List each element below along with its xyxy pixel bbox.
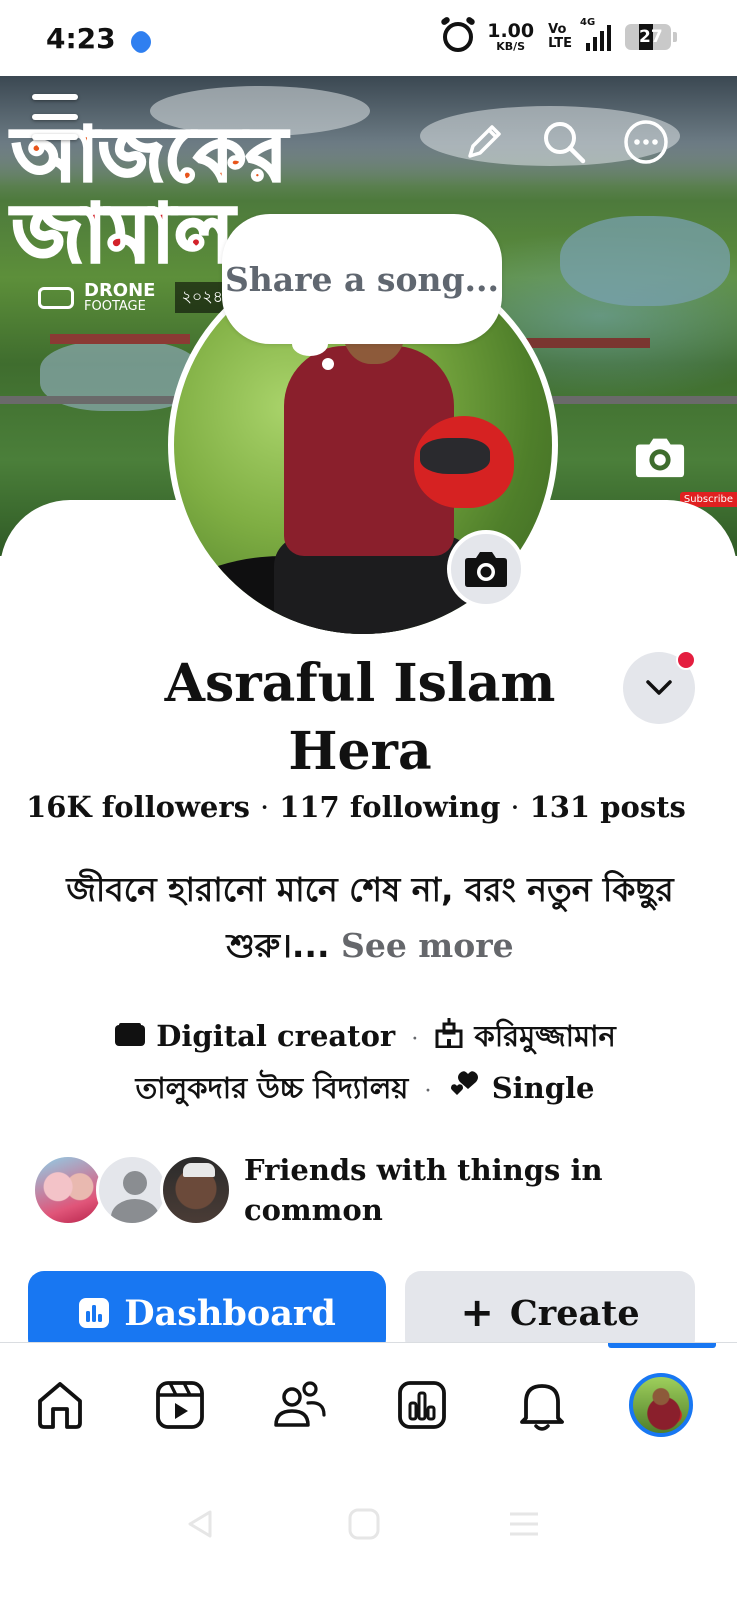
volte-icon: Vo LTE <box>548 23 572 50</box>
profile-avatar[interactable] <box>629 1373 693 1437</box>
back-icon[interactable] <box>180 1504 220 1548</box>
stats-separator: · <box>510 790 520 824</box>
thought-bubble-dot <box>292 332 328 356</box>
recents-icon[interactable] <box>504 1504 544 1548</box>
chevron-down-icon <box>646 680 672 695</box>
profile-details: Digital creator · করিমুজ্জামান তালুকদার … <box>30 1012 700 1116</box>
volte-bottom: LTE <box>548 36 572 51</box>
share-song-bubble[interactable]: Share a song... <box>222 214 502 344</box>
category-label: Digital creator <box>156 1019 396 1053</box>
school-icon <box>434 1014 464 1062</box>
home-button-icon[interactable] <box>344 1504 384 1548</box>
school-name-line1[interactable]: করিমুজ্জামান <box>475 1019 616 1053</box>
see-more-link[interactable]: See more <box>341 926 514 965</box>
status-time: 4:23 <box>46 22 116 55</box>
share-song-prompt: Share a song... <box>224 259 500 299</box>
profile-stats: 16K followers · 117 following · 131 posts <box>0 790 712 824</box>
drone-label: DRONE <box>84 280 156 301</box>
network-speed-value: 1.00 <box>487 20 535 42</box>
friends-in-common-label: Friends with things in common <box>244 1153 603 1227</box>
network-type: 4G <box>580 17 596 28</box>
drone-sublabel: FOOTAGE <box>84 299 146 314</box>
mutual-friends-row[interactable]: Friends with things in common <box>32 1150 604 1230</box>
notifications-icon[interactable] <box>512 1375 572 1435</box>
dashboard-icon[interactable] <box>392 1375 452 1435</box>
school-name-line2[interactable]: তালুকদার উচ্চ বিদ্যালয় <box>135 1071 408 1105</box>
menu-icon[interactable] <box>30 94 80 140</box>
edit-profile-picture-camera-icon[interactable] <box>447 530 525 608</box>
battery-icon: 27 <box>625 24 671 50</box>
profile-name: Asraful Islam Hera <box>164 653 556 782</box>
volte-top: Vo <box>548 22 567 38</box>
app-notification-icon <box>126 27 156 57</box>
home-icon[interactable] <box>30 1375 90 1435</box>
network-speed: 1.00 KB/S <box>487 20 535 53</box>
system-navigation-bar <box>0 1474 737 1600</box>
more-options-icon[interactable] <box>620 116 672 168</box>
bottom-navigation <box>0 1342 737 1474</box>
plus-icon: + <box>460 1290 494 1336</box>
friends-icon[interactable] <box>270 1375 330 1435</box>
followers-count[interactable]: 16K followers <box>26 790 250 824</box>
create-label: Create <box>509 1292 640 1334</box>
following-count[interactable]: 117 following <box>279 790 500 824</box>
status-bar: 4:23 1.00 KB/S Vo LTE 4G 27 <box>0 0 737 76</box>
profile-bio: জীবনে হারানো মানে শেষ না, বরং নতুন কিছুর… <box>30 862 710 974</box>
active-tab-indicator <box>608 1343 716 1348</box>
cover-title-line2: জামাল <box>10 187 235 280</box>
dashboard-chart-icon <box>79 1298 110 1328</box>
posts-count[interactable]: 131 posts <box>530 790 686 824</box>
reels-icon[interactable] <box>150 1375 210 1435</box>
status-icons: 1.00 KB/S Vo LTE 4G 27 <box>443 17 677 53</box>
search-icon[interactable] <box>538 116 590 168</box>
pencil-icon[interactable] <box>458 116 510 168</box>
edit-cover-camera-icon[interactable] <box>634 430 686 482</box>
alarm-icon <box>443 22 474 52</box>
relationship-status: Single <box>491 1071 595 1105</box>
friend-avatar <box>160 1154 232 1226</box>
signal-icon: 4G <box>580 17 611 51</box>
stats-separator: · <box>259 790 270 824</box>
drone-footage-tag: DRONE FOOTAGE ২০২৪ <box>38 280 230 314</box>
friend-avatar <box>32 1154 104 1226</box>
hearts-icon <box>448 1066 482 1114</box>
network-speed-unit: KB/S <box>496 40 526 53</box>
battery-level: 27 <box>639 27 663 47</box>
creator-icon <box>114 1014 146 1062</box>
friend-avatar-placeholder <box>96 1154 168 1226</box>
dashboard-label: Dashboard <box>124 1292 336 1334</box>
thought-bubble-dot-small <box>322 358 334 370</box>
notification-dot <box>676 650 696 670</box>
drone-icon <box>38 286 74 309</box>
